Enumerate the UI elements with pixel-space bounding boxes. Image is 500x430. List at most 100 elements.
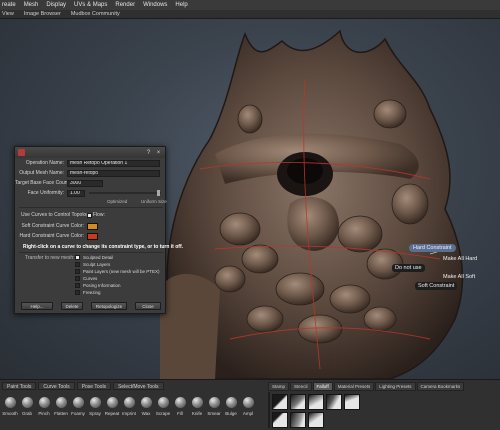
checkbox[interactable]	[75, 269, 80, 274]
menu-render[interactable]: Render	[115, 2, 135, 8]
checkbox[interactable]	[75, 290, 80, 295]
falloff-preset[interactable]	[290, 394, 306, 410]
tray-tabs: Stamp Stencil Falloff Material Presets L…	[268, 382, 465, 391]
transfer-option-sculpted[interactable]: Sculpted Detail	[75, 255, 113, 260]
face-uniformity-slider[interactable]	[89, 190, 161, 196]
option-label: Curves	[83, 276, 98, 281]
falloff-preset[interactable]	[344, 394, 360, 410]
dialog-title	[28, 151, 142, 155]
delete-button[interactable]: Delete	[61, 302, 83, 310]
tool-wax[interactable]: Wax	[138, 393, 154, 429]
tool-label: Wax	[141, 411, 151, 416]
constraint-hint-text: Right-click on a curve to change its con…	[23, 244, 184, 250]
face-uniformity-label: Face Uniformity:	[27, 190, 64, 196]
tab-view[interactable]: View	[2, 11, 14, 17]
checkbox[interactable]	[75, 283, 80, 288]
tab-lighting-presets[interactable]: Lighting Presets	[375, 382, 416, 391]
output-mesh-label: Output Mesh Name:	[19, 170, 64, 176]
close-button[interactable]: Close	[135, 302, 161, 310]
scrape-icon	[157, 397, 169, 408]
checkbox[interactable]	[75, 276, 80, 281]
divider	[19, 207, 163, 208]
tool-smooth[interactable]: Smooth	[2, 393, 18, 429]
make-all-hard-option[interactable]: Make All Hard	[440, 255, 480, 263]
checkbox[interactable]	[75, 255, 80, 260]
option-label: Posing Information	[83, 283, 121, 288]
output-mesh-field[interactable]: mesh-retopo	[67, 169, 160, 177]
menu-windows[interactable]: Windows	[143, 2, 167, 8]
tool-imprint[interactable]: Imprint	[121, 393, 137, 429]
tool-fill[interactable]: Fill	[172, 393, 188, 429]
do-not-use-option[interactable]: Do not use	[392, 264, 425, 272]
tab-camera-bookmarks[interactable]: Camera Bookmarks	[416, 382, 465, 391]
tool-knife[interactable]: Knife	[189, 393, 205, 429]
face-uniformity-field[interactable]: 1.00	[67, 189, 85, 197]
tool-spray[interactable]: Spray	[87, 393, 103, 429]
tab-paint-tools[interactable]: Paint Tools	[2, 382, 37, 390]
tab-falloff[interactable]: Falloff	[312, 382, 333, 391]
falloff-preset[interactable]	[272, 394, 288, 410]
menu-display[interactable]: Display	[46, 2, 66, 8]
use-curves-label: Use Curves to Control Topology Flow:	[21, 212, 105, 218]
dialog-titlebar[interactable]: ? ×	[15, 147, 165, 158]
amplify-icon	[242, 397, 254, 408]
tab-pose-tools[interactable]: Pose Tools	[76, 382, 112, 390]
falloff-preset[interactable]	[308, 394, 324, 410]
transfer-option-sculpt-layers[interactable]: Sculpt Layers	[75, 262, 110, 267]
hard-color-label: Hard Constraint Curve Color:	[19, 233, 84, 239]
tool-foamy[interactable]: Foamy	[70, 393, 86, 429]
tab-curve-tools[interactable]: Curve Tools	[38, 382, 75, 390]
transfer-option-curves[interactable]: Curves	[75, 276, 97, 281]
slider-handle[interactable]	[157, 190, 160, 196]
divider	[19, 252, 163, 253]
retopology-dialog: ? × Operation Name: mesh Retopo Operatio…	[14, 146, 184, 314]
menu-uvs-maps[interactable]: UVs & Maps	[74, 2, 107, 8]
tool-amplify[interactable]: Ampl	[240, 393, 256, 429]
falloff-preset[interactable]	[290, 412, 306, 428]
transfer-option-paint-layers[interactable]: Paint Layers (new mesh will be PTEX)	[75, 269, 160, 274]
tab-stamp[interactable]: Stamp	[268, 382, 290, 391]
help-button[interactable]: Help...	[21, 302, 53, 310]
tool-bulge[interactable]: Bulge	[223, 393, 239, 429]
tab-image-browser[interactable]: Image Browser	[24, 11, 61, 17]
tab-select-move-tools[interactable]: Select/Move Tools	[113, 382, 164, 390]
wax-icon	[140, 397, 152, 408]
pinch-icon	[38, 397, 50, 408]
tool-flatten[interactable]: Flatten	[53, 393, 69, 429]
checkbox[interactable]	[75, 262, 80, 267]
mudbox-logo-icon	[18, 149, 25, 156]
falloff-preset[interactable]	[326, 394, 342, 410]
retopologize-button[interactable]: Retopologize	[91, 302, 127, 310]
tab-stencil[interactable]: Stencil	[290, 382, 312, 391]
menu-help[interactable]: Help	[175, 2, 187, 8]
transfer-option-freezing[interactable]: Freezing	[75, 290, 101, 295]
target-face-count-field[interactable]: 3000	[67, 179, 103, 187]
close-icon[interactable]: ×	[155, 150, 162, 156]
tool-repeat[interactable]: Repeat	[104, 393, 120, 429]
hard-color-swatch[interactable]	[87, 232, 98, 240]
view-tabs: View Image Browser Mudbox Community	[0, 10, 500, 19]
help-icon[interactable]: ?	[145, 150, 152, 156]
menu-mesh[interactable]: Mesh	[24, 2, 39, 8]
operation-name-field[interactable]: mesh Retopo Operation 1	[67, 159, 160, 167]
falloff-preset[interactable]	[272, 412, 288, 428]
soft-color-label: Soft Constraint Curve Color:	[21, 223, 84, 229]
hard-constraint-label[interactable]: Hard Constraint	[409, 244, 456, 252]
soft-color-swatch[interactable]	[87, 222, 98, 230]
smear-icon	[208, 397, 220, 408]
shelf-scrollbar[interactable]	[268, 392, 270, 428]
tool-smear[interactable]: Smear	[206, 393, 222, 429]
tool-scrape[interactable]: Scrape	[155, 393, 171, 429]
transfer-option-posing[interactable]: Posing Information	[75, 283, 121, 288]
use-curves-checkbox[interactable]	[87, 212, 92, 218]
menu-create[interactable]: reate	[2, 2, 16, 8]
grab-icon	[21, 397, 33, 408]
make-all-soft-option[interactable]: Make All Soft	[440, 273, 478, 281]
tool-pinch[interactable]: Pinch	[36, 393, 52, 429]
tab-mudbox-community[interactable]: Mudbox Community	[71, 11, 120, 17]
tab-material-presets[interactable]: Material Presets	[333, 382, 375, 391]
flatten-icon	[55, 397, 67, 408]
tool-grab[interactable]: Grab	[19, 393, 35, 429]
soft-constraint-option[interactable]: Soft Constraint	[415, 282, 458, 290]
falloff-preset[interactable]	[308, 412, 324, 428]
